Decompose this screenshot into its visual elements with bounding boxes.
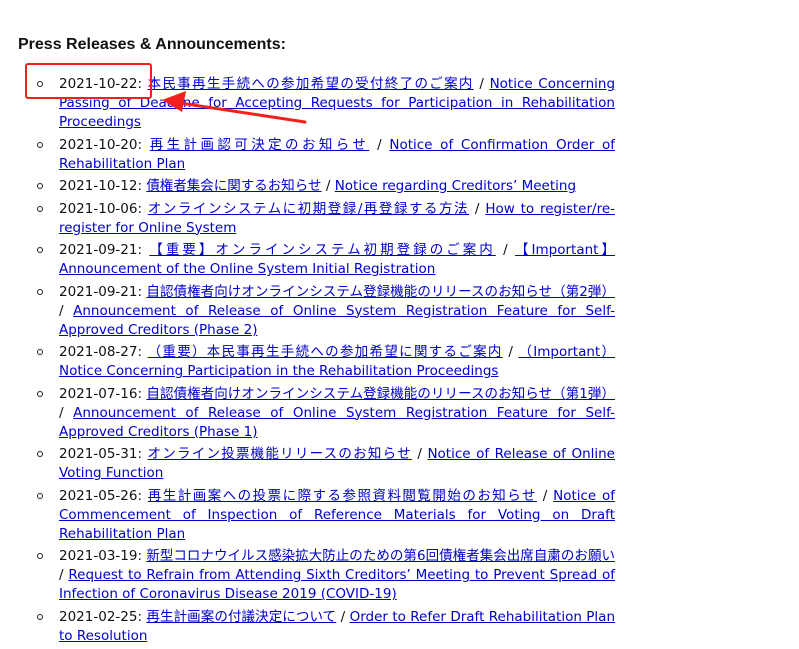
list-item: 2021-09-21: 自認債権者向けオンラインシステム登録機能のリリースのお知… (37, 283, 615, 340)
list-item: 2021-10-12: 債権者集会に関するお知らせ / Notice regar… (37, 177, 615, 196)
list-item: 2021-02-25: 再生計画案の付議決定について / Order to Re… (37, 608, 615, 646)
release-link-jp[interactable]: 再生計画認可決定のお知らせ (150, 137, 370, 153)
press-release-list: 2021-10-22: 本民事再生手続への参加希望の受付終了のご案内 / Not… (37, 75, 615, 649)
circle-bullet-icon (37, 81, 43, 87)
separator: / (503, 242, 508, 258)
release-link-en[interactable]: Notice regarding Creditors’ Meeting (335, 178, 576, 194)
list-item: 2021-10-22: 本民事再生手続への参加希望の受付終了のご案内 / Not… (37, 75, 615, 132)
list-item: 2021-05-31: オンライン投票機能リリースのお知らせ / Notice … (37, 445, 615, 483)
release-date: 2021-09-21: (59, 242, 143, 258)
release-date: 2021-10-20: (59, 136, 143, 153)
release-link-jp[interactable]: 新型コロナウイルス感染拡大防止のための第6回債権者集会出席自粛のお願い (146, 548, 615, 564)
release-date: 2021-10-06: (59, 200, 143, 217)
release-link-jp[interactable]: 自認債権者向けオンラインシステム登録機能のリリースのお知らせ（第2弾） (146, 284, 615, 300)
circle-bullet-icon (37, 141, 43, 148)
release-date: 2021-03-19: (59, 548, 143, 564)
release-date: 2021-08-27: (59, 344, 143, 360)
release-link-jp[interactable]: （重要）本民事再生手続への参加希望に関するご案内 (148, 344, 503, 360)
release-date: 2021-09-21: (59, 283, 143, 300)
separator: / (340, 608, 346, 625)
release-date: 2021-07-16: (59, 385, 143, 402)
release-link-jp[interactable]: 再生計画案の付議決定について (146, 609, 336, 625)
release-link-jp[interactable]: 【重要】オンラインシステム初期登録のご案内 (149, 242, 496, 258)
list-item: 2021-03-19: 新型コロナウイルス感染拡大防止のための第6回債権者集会出… (37, 547, 615, 604)
release-link-jp[interactable]: オンライン投票機能リリースのお知らせ (148, 446, 412, 462)
list-item: 2021-05-26: 再生計画案への投票に際する参照資料閲覧開始のお知らせ /… (37, 487, 615, 544)
release-link-jp[interactable]: 自認債権者向けオンラインシステム登録機能のリリースのお知らせ（第1弾） (146, 386, 615, 402)
separator: / (417, 446, 422, 462)
circle-bullet-icon (37, 613, 43, 620)
circle-bullet-icon (37, 288, 43, 295)
release-link-jp[interactable]: 債権者集会に関するお知らせ (146, 178, 321, 194)
list-item: 2021-09-21: 【重要】オンラインシステム初期登録のご案内 / 【Imp… (37, 241, 615, 279)
release-date: 2021-05-31: (59, 446, 143, 462)
list-item: 2021-07-16: 自認債権者向けオンラインシステム登録機能のリリースのお知… (37, 385, 615, 442)
release-link-en[interactable]: Order to Refer Draft Rehabilitation Plan… (59, 609, 615, 644)
release-link-jp[interactable]: 本民事再生手続への参加希望の受付終了のご案内 (148, 76, 474, 92)
separator: / (59, 404, 64, 421)
circle-bullet-icon (37, 553, 43, 559)
separator: / (542, 487, 548, 504)
separator: / (59, 567, 64, 583)
circle-bullet-icon (37, 183, 43, 189)
release-link-jp[interactable]: オンラインシステムに初期登録/再登録する方法 (148, 201, 469, 217)
circle-bullet-icon (37, 390, 43, 397)
release-date: 2021-10-12: (59, 178, 143, 194)
circle-bullet-icon (37, 205, 43, 212)
separator: / (474, 200, 480, 217)
release-link-en[interactable]: Announcement of Release of Online System… (59, 405, 615, 440)
list-item: 2021-08-27: （重要）本民事再生手続への参加希望に関するご案内 / （… (37, 343, 615, 381)
separator: / (377, 136, 382, 153)
circle-bullet-icon (37, 451, 43, 457)
list-item: 2021-10-20: 再生計画認可決定のお知らせ / Notice of Co… (37, 136, 615, 174)
release-link-en[interactable]: Announcement of Release of Online System… (59, 303, 615, 338)
release-link-en[interactable]: Request to Refrain from Attending Sixth … (59, 567, 615, 602)
separator: / (325, 178, 331, 194)
circle-bullet-icon (37, 247, 43, 253)
list-item: 2021-10-06: オンラインシステムに初期登録/再登録する方法 / How… (37, 200, 615, 238)
separator: / (479, 76, 484, 92)
separator: / (59, 302, 64, 319)
separator: / (508, 344, 513, 360)
circle-bullet-icon (37, 492, 43, 499)
circle-bullet-icon (37, 349, 43, 355)
release-date: 2021-05-26: (59, 487, 143, 504)
section-heading: Press Releases & Announcements: (18, 36, 286, 53)
release-date: 2021-10-22: (59, 76, 143, 92)
release-date: 2021-02-25: (59, 608, 143, 625)
release-link-jp[interactable]: 再生計画案への投票に際する参照資料閲覧開始のお知らせ (148, 488, 537, 504)
